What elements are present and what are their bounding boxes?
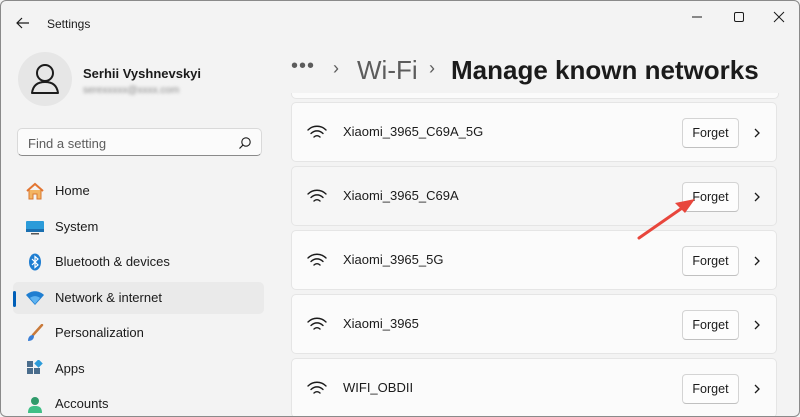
chevron-right-icon[interactable]: [751, 126, 763, 140]
chevron-right-icon[interactable]: [751, 254, 763, 268]
sidebar-item-system[interactable]: System: [13, 211, 264, 243]
sidebar-item-label: Personalization: [55, 325, 144, 340]
user-name: Serhii Vyshnevskyi: [83, 66, 202, 81]
close-button[interactable]: [761, 5, 797, 29]
selection-indicator: [13, 291, 16, 307]
maximize-button[interactable]: [721, 5, 757, 29]
forget-button[interactable]: Forget: [682, 182, 739, 212]
network-name: Xiaomi_3965: [343, 316, 419, 331]
title-bar: Settings: [1, 1, 799, 45]
breadcrumb-wifi-link[interactable]: Wi-Fi: [357, 55, 418, 86]
forget-button[interactable]: Forget: [682, 246, 739, 276]
sidebar-item-home[interactable]: Home: [13, 175, 264, 207]
network-icon: [26, 291, 44, 305]
network-name: Xiaomi_3965_C69A: [343, 188, 459, 203]
wifi-icon: [307, 125, 327, 138]
minimize-button[interactable]: [678, 5, 714, 29]
wifi-icon: [307, 317, 327, 330]
system-icon: [26, 221, 44, 235]
chevron-right-icon[interactable]: [751, 190, 763, 204]
chevron-right-icon[interactable]: [751, 382, 763, 396]
forget-button[interactable]: Forget: [682, 310, 739, 340]
forget-button[interactable]: Forget: [682, 118, 739, 148]
wifi-icon: [307, 189, 327, 202]
wifi-icon: [307, 381, 327, 394]
apps-icon: [27, 360, 43, 374]
breadcrumb-separator: ›: [429, 58, 435, 78]
maximize-icon: [734, 12, 744, 22]
network-card[interactable]: Xiaomi_3965 Forget: [291, 294, 777, 354]
sidebar-item-label: Bluetooth & devices: [55, 254, 170, 269]
search-input[interactable]: [26, 133, 230, 153]
network-card[interactable]: Xiaomi_3965_C69A_5G Forget: [291, 102, 777, 162]
accounts-icon: [28, 397, 42, 413]
sidebar-item-label: Apps: [55, 361, 85, 376]
back-button[interactable]: [11, 11, 35, 35]
network-name: Xiaomi_3965_C69A_5G: [343, 124, 484, 139]
user-icon: [31, 64, 59, 94]
settings-window: Settings Serhii Vyshnevskyi serexxxxx@xx…: [0, 0, 800, 417]
sidebar-item-label: System: [55, 219, 99, 234]
sidebar-item-network[interactable]: Network & internet: [13, 282, 264, 314]
avatar[interactable]: [18, 52, 72, 106]
network-name: WIFI_OBDII: [343, 380, 414, 395]
home-icon: [26, 182, 44, 200]
close-icon: [773, 11, 785, 23]
sidebar-item-label: Network & internet: [55, 290, 162, 305]
sidebar-item-label: Accounts: [55, 396, 109, 411]
network-card-partial: [291, 93, 779, 99]
brush-icon: [28, 324, 44, 341]
sidebar-item-apps[interactable]: Apps: [13, 353, 264, 385]
network-card[interactable]: Xiaomi_3965_5G Forget: [291, 230, 777, 290]
back-arrow-icon: [16, 17, 29, 29]
network-card[interactable]: WIFI_OBDII Forget: [291, 358, 777, 416]
user-email: serexxxxx@xxxx.com: [83, 85, 180, 96]
forget-button[interactable]: Forget: [682, 374, 739, 404]
sidebar-item-accounts[interactable]: Accounts: [13, 388, 264, 416]
bluetooth-icon: [29, 253, 41, 271]
search-box: [17, 128, 262, 156]
wifi-icon: [307, 253, 327, 266]
sidebar-item-personalization[interactable]: Personalization: [13, 317, 264, 349]
chevron-right-icon[interactable]: [751, 318, 763, 332]
network-card[interactable]: Xiaomi_3965_C69A Forget: [291, 166, 777, 226]
page-title: Manage known networks: [451, 55, 759, 85]
network-name: Xiaomi_3965_5G: [343, 252, 444, 267]
app-title: Settings: [47, 17, 91, 31]
breadcrumb-overflow-button[interactable]: •••: [291, 55, 315, 78]
sidebar-item-label: Home: [55, 183, 90, 198]
search-icon[interactable]: [238, 136, 252, 150]
breadcrumb-separator: ›: [333, 58, 339, 78]
sidebar-item-bluetooth[interactable]: Bluetooth & devices: [13, 246, 264, 278]
minimize-icon: [692, 16, 702, 18]
